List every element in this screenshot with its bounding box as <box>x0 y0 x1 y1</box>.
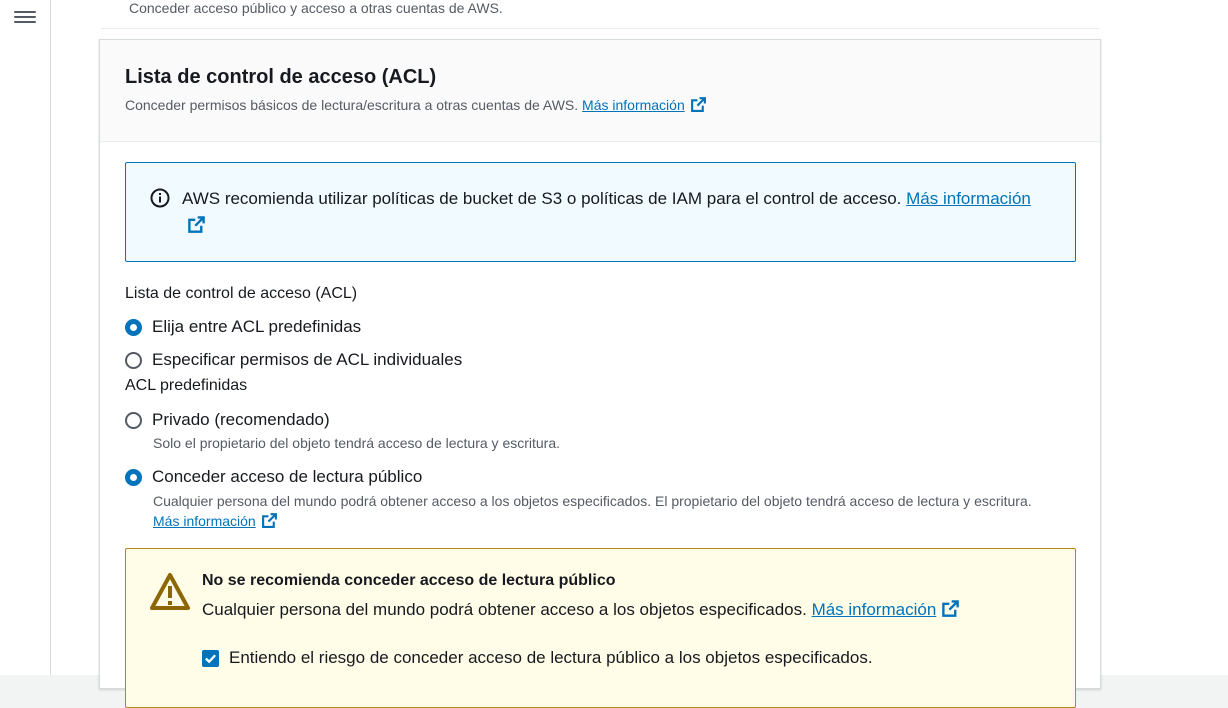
panel-header: Lista de control de acceso (ACL) Concede… <box>100 40 1100 142</box>
external-link-icon[interactable] <box>187 215 206 242</box>
radio-public-read[interactable]: Conceder acceso de lectura público <box>125 467 422 487</box>
info-alert-text: AWS recomienda utilizar políticas de buc… <box>182 185 1042 242</box>
radio-label: Conceder acceso de lectura público <box>152 467 423 486</box>
radio-button[interactable] <box>125 351 142 369</box>
radio-label: Privado (recomendado) <box>152 410 330 429</box>
checkmark-icon <box>205 653 216 663</box>
info-more-info-label: Más información <box>906 189 1031 208</box>
radio-button[interactable] <box>125 411 142 429</box>
external-link-icon[interactable] <box>690 96 707 118</box>
acl-field-label: Lista de control de acceso (ACL) <box>125 285 358 302</box>
panel-description: Conceder permisos básicos de lectura/esc… <box>125 95 1100 118</box>
public-read-more-info-label: Más información <box>153 513 256 529</box>
radio-public-read-description: Cualquier persona del mundo podrá obtene… <box>153 491 1053 534</box>
warning-more-info-link[interactable]: Más información <box>812 600 937 619</box>
main-content: Conceder acceso público y acceso a otras… <box>51 0 1228 708</box>
info-alert-message: AWS recomienda utilizar políticas de buc… <box>182 189 902 208</box>
warning-more-info-label: Más información <box>811 600 937 619</box>
radio-individual-acl[interactable]: Especificar permisos de ACL individuales <box>125 350 462 370</box>
acl-panel: Lista de control de acceso (ACL) Concede… <box>99 39 1101 708</box>
warning-text: Cualquier persona del mundo podrá obtene… <box>202 599 960 623</box>
section-divider <box>101 28 1100 29</box>
checkbox-label: Entiendo el riesgo de conceder acceso de… <box>229 648 873 667</box>
risk-acknowledgement-checkbox[interactable]: Entiendo el riesgo de conceder acceso de… <box>202 648 873 668</box>
menu-icon[interactable] <box>14 8 36 28</box>
warning-icon <box>150 572 190 617</box>
side-navigation-rail <box>0 0 51 675</box>
info-icon <box>150 188 170 213</box>
radio-label: Especificar permisos de ACL individuales <box>152 350 463 369</box>
section-description: Conceder acceso público y acceso a otras… <box>129 0 503 16</box>
radio-label: Elija entre ACL predefinidas <box>152 317 362 336</box>
warning-message: Cualquier persona del mundo podrá obtene… <box>202 600 807 619</box>
radio-private[interactable]: Privado (recomendado) <box>125 410 330 430</box>
radio-button-selected[interactable] <box>125 468 142 486</box>
info-more-info-link[interactable]: Más información <box>906 189 1031 208</box>
warning-alert: No se recomienda conceder acceso de lect… <box>125 548 1076 708</box>
panel-more-info-link[interactable]: Más información <box>582 97 685 113</box>
panel-description-text: Conceder permisos básicos de lectura/esc… <box>125 97 579 113</box>
radio-predefined-acl[interactable]: Elija entre ACL predefinidas <box>125 317 361 337</box>
external-link-icon[interactable] <box>941 599 960 623</box>
external-link-icon[interactable] <box>261 512 278 534</box>
radio-public-read-description-text: Cualquier persona del mundo podrá obtene… <box>153 493 1032 509</box>
radio-button-selected[interactable] <box>125 318 142 336</box>
info-alert: AWS recomienda utilizar políticas de buc… <box>125 162 1076 262</box>
checkbox-checked[interactable] <box>202 649 219 667</box>
predefined-acl-label: ACL predefinidas <box>125 377 248 394</box>
public-read-more-info-link[interactable]: Más información <box>153 513 256 529</box>
radio-private-description: Solo el propietario del objeto tendrá ac… <box>153 435 561 451</box>
panel-title: Lista de control de acceso (ACL) <box>125 66 437 88</box>
warning-title: No se recomienda conceder acceso de lect… <box>202 572 616 589</box>
panel-more-info-label: Más información <box>582 97 685 113</box>
